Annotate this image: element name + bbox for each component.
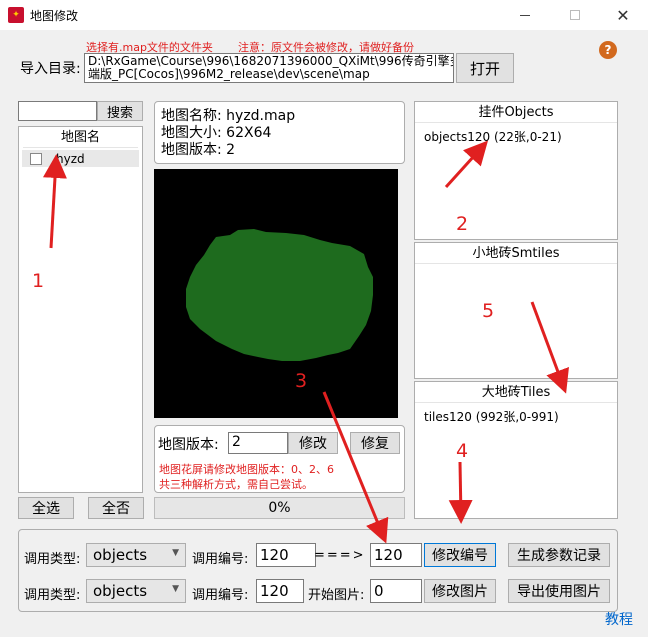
annotation-1: 1	[32, 270, 45, 292]
map-list[interactable]: 地图名 hyzd	[18, 126, 143, 493]
modify-version-button[interactable]: 修改	[288, 432, 338, 454]
annotation-5: 5	[482, 300, 495, 322]
version-note-line1: 地图花屏请修改地图版本：0、2、6	[159, 463, 334, 476]
row2-num-label: 调用编号:	[192, 588, 249, 603]
row2-type-label: 调用类型:	[24, 588, 81, 603]
version-input[interactable]: 2	[228, 432, 288, 454]
tiles-panel[interactable]: 大地砖Tiles tiles120 (992张,0-991)	[414, 381, 618, 519]
annotation-4: 4	[456, 440, 469, 462]
progress-bar: 0%	[154, 497, 405, 519]
select-none-button[interactable]: 全否	[88, 497, 144, 519]
maximize-button[interactable]	[552, 0, 598, 30]
list-item[interactable]: hyzd	[22, 150, 139, 167]
tutorial-link[interactable]: 教程	[605, 609, 633, 629]
row2-type-value: objects	[93, 582, 148, 600]
row2-start-input[interactable]: 0	[370, 579, 422, 603]
import-path-line2: 端版_PC[Cocos]\996M2_release\dev\scene\map	[88, 67, 370, 81]
maximize-icon	[570, 10, 580, 20]
map-size-info: 地图大小: 62X64	[161, 125, 272, 141]
map-preview-image	[186, 229, 373, 361]
repair-version-button[interactable]: 修复	[350, 432, 400, 454]
open-button[interactable]: 打开	[456, 53, 514, 83]
row1-num-input[interactable]: 120	[256, 543, 316, 567]
map-preview	[154, 169, 398, 418]
objects-panel[interactable]: 挂件Objects objects120 (22张,0-21)	[414, 101, 618, 240]
map-name: hyzd	[56, 151, 85, 166]
map-checkbox[interactable]	[30, 152, 42, 165]
progress-text: 0%	[268, 500, 291, 516]
map-name-info: 地图名称: hyzd.map	[161, 108, 296, 124]
search-button[interactable]: 搜索	[97, 101, 143, 121]
row1-type-label: 调用类型:	[24, 552, 81, 567]
annotation-3: 3	[295, 370, 308, 392]
map-info-panel: 地图名称: hyzd.map 地图大小: 62X64 地图版本: 2	[154, 101, 405, 164]
smtiles-panel[interactable]: 小地砖Smtiles	[414, 242, 618, 379]
minimize-button[interactable]	[502, 0, 548, 30]
title-bar	[0, 0, 648, 30]
export-images-button[interactable]: 导出使用图片	[508, 579, 610, 603]
smtiles-header: 小地砖Smtiles	[415, 243, 617, 264]
select-all-button[interactable]: 全选	[18, 497, 74, 519]
annotation-2: 2	[456, 213, 469, 235]
list-item[interactable]: tiles120 (992张,0-991)	[415, 403, 617, 430]
generate-record-button[interactable]: 生成参数记录	[508, 543, 610, 567]
row2-type-select[interactable]: objects ▼	[86, 579, 186, 603]
close-button[interactable]: ✕	[600, 0, 646, 30]
chevron-down-icon: ▼	[172, 584, 179, 594]
version-note-line2: 共三种解析方式，需自己尝试。	[159, 478, 313, 491]
modify-number-button[interactable]: 修改编号	[424, 543, 496, 567]
objects-header: 挂件Objects	[415, 102, 617, 123]
row2-start-label: 开始图片:	[308, 588, 365, 603]
tiles-header: 大地砖Tiles	[415, 382, 617, 403]
window-title: 地图修改	[30, 9, 79, 23]
close-icon: ✕	[616, 5, 630, 25]
map-version-info: 地图版本: 2	[161, 142, 236, 158]
version-label: 地图版本:	[158, 437, 219, 453]
chevron-down-icon: ▼	[172, 548, 179, 558]
modify-image-button[interactable]: 修改图片	[424, 579, 496, 603]
row1-type-value: objects	[93, 546, 148, 564]
list-item[interactable]: objects120 (22张,0-21)	[415, 123, 617, 150]
map-list-header: 地图名	[23, 127, 138, 148]
minimize-icon	[520, 14, 530, 16]
help-icon[interactable]: ?	[599, 41, 617, 59]
app-icon: ✦	[8, 7, 24, 23]
row1-arrow-text: ===>	[314, 548, 366, 563]
import-path-field[interactable]: D:\RxGame\Course\996\1682071396000_QXiMt…	[84, 53, 454, 83]
row1-type-select[interactable]: objects ▼	[86, 543, 186, 567]
row1-target-input[interactable]: 120	[370, 543, 422, 567]
search-input[interactable]	[18, 101, 97, 121]
row1-num-label: 调用编号:	[192, 552, 249, 567]
row2-num-input[interactable]: 120	[256, 579, 304, 603]
import-label: 导入目录:	[20, 61, 81, 77]
